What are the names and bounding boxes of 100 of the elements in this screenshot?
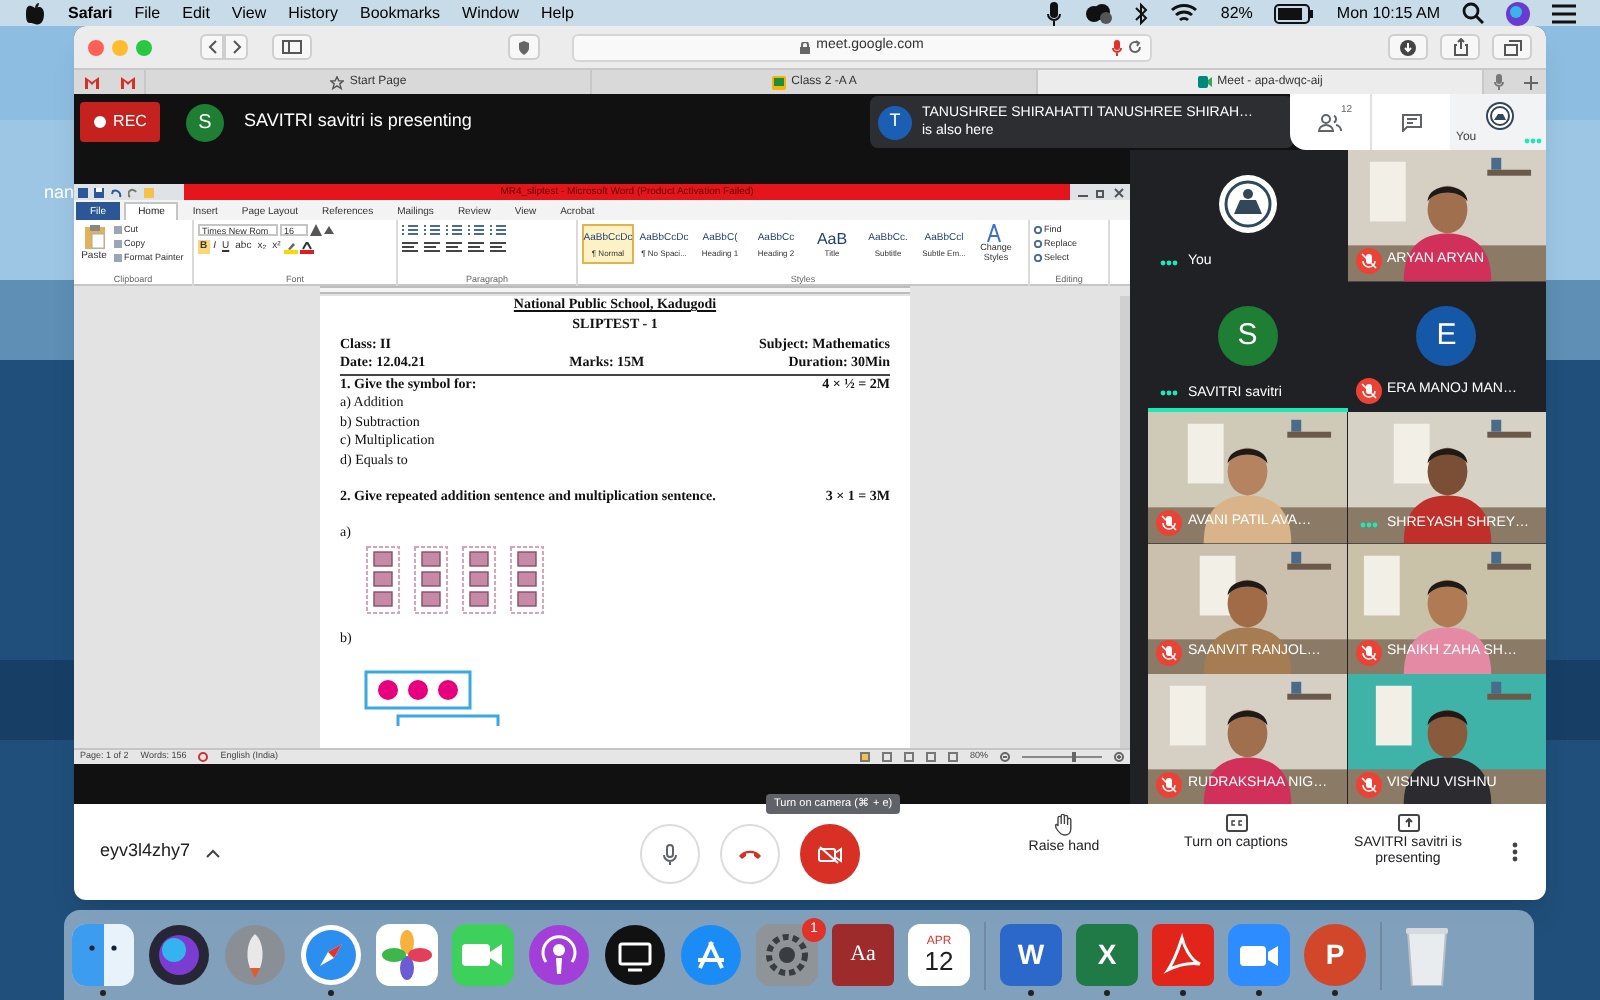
avatar: T	[878, 105, 912, 139]
cloud-icon[interactable]	[1084, 2, 1113, 24]
wifi-icon[interactable]	[1170, 2, 1199, 24]
tabs-icon	[1503, 39, 1521, 55]
recording-badge[interactable]: REC	[80, 102, 160, 142]
sidebar-button[interactable]	[272, 34, 312, 60]
list-format-icon[interactable]	[468, 224, 484, 236]
meeting-details-button[interactable]: eyv3l4zhy7	[100, 838, 221, 866]
align-icon[interactable]	[402, 242, 418, 254]
video-camera-icon[interactable]	[1228, 924, 1290, 986]
redo-icon[interactable]	[128, 187, 138, 197]
zoom-out-icon[interactable]	[1000, 752, 1010, 762]
menu-item[interactable]: Edit	[182, 0, 210, 26]
tabs-overview-button[interactable]	[1492, 34, 1532, 60]
scrollbar[interactable]	[1120, 296, 1130, 748]
square-icon	[114, 254, 122, 262]
record-dot-icon	[93, 116, 106, 128]
align-icon[interactable]	[424, 242, 440, 254]
video-camera-icon[interactable]	[452, 924, 514, 986]
text-highlight-icon[interactable]	[284, 241, 299, 253]
spreadsheet-letter-icon[interactable]: X	[1076, 924, 1138, 986]
apple-icon[interactable]	[24, 1, 46, 25]
share-button[interactable]	[1440, 34, 1480, 60]
mail-icon	[84, 73, 100, 91]
shrink-font-icon[interactable]	[324, 224, 334, 234]
emblem-icon	[1486, 102, 1514, 130]
font-color-icon[interactable]	[300, 241, 315, 253]
close-icon[interactable]	[1114, 187, 1124, 197]
slides-letter-icon[interactable]: P	[1304, 924, 1366, 986]
undo-icon[interactable]	[110, 187, 122, 197]
hand-icon	[1054, 814, 1074, 836]
book-icon[interactable]: Aa	[832, 924, 894, 986]
menu-item[interactable]: View	[231, 0, 267, 26]
document-letter-icon[interactable]: W	[1000, 924, 1062, 986]
bluetooth-icon[interactable]	[1134, 1, 1149, 25]
menubar-clock[interactable]: Mon 10:15 AM	[1336, 0, 1440, 26]
list-format-icon[interactable]	[446, 224, 462, 236]
menu-item[interactable]: Safari	[68, 0, 113, 26]
list-format-icon[interactable]	[402, 224, 418, 236]
search-icon[interactable]	[1462, 2, 1484, 24]
grow-font-icon[interactable]	[310, 224, 322, 236]
microphone-icon	[662, 843, 678, 865]
align-icon[interactable]	[446, 242, 462, 254]
camera-off-icon	[818, 845, 842, 863]
more-icon	[1511, 842, 1517, 862]
shield-icon	[518, 39, 530, 55]
document-swirl-icon[interactable]	[1152, 924, 1214, 986]
menu-item[interactable]: Help	[540, 0, 574, 26]
phone-icon	[738, 848, 762, 860]
align-icon[interactable]	[490, 242, 506, 254]
podcast-icon[interactable]	[528, 924, 590, 986]
more-options-button[interactable]	[1510, 842, 1518, 862]
shield-button[interactable]	[508, 34, 540, 60]
mail-icon	[119, 73, 135, 91]
avatar: E	[1416, 306, 1477, 367]
chat-icon	[1401, 113, 1421, 131]
lock-icon	[800, 41, 811, 53]
menu-item[interactable]: Bookmarks	[360, 0, 441, 26]
plus-icon	[1523, 75, 1537, 89]
captions-icon	[1225, 814, 1247, 832]
star-icon	[329, 75, 344, 89]
finder-face-icon[interactable]	[72, 924, 134, 986]
present-screen-icon	[1397, 814, 1419, 832]
align-icon[interactable]	[468, 242, 484, 254]
caret-icon	[206, 847, 221, 857]
tv-icon[interactable]	[604, 924, 666, 986]
avatar: S	[1217, 306, 1278, 367]
list-format-icon[interactable]	[490, 224, 506, 236]
menu-item[interactable]: File	[134, 0, 161, 26]
forward-button[interactable]	[224, 34, 248, 60]
list-icon[interactable]	[1552, 3, 1576, 23]
microphone-icon[interactable]	[1046, 1, 1063, 25]
zoom-in-icon[interactable]	[1114, 752, 1124, 762]
reload-icon[interactable]	[1128, 40, 1142, 54]
rocket-icon[interactable]	[224, 924, 286, 986]
restore-icon[interactable]	[1096, 187, 1106, 197]
menu-item[interactable]: Window	[462, 0, 519, 26]
battery-icon[interactable]	[1274, 3, 1315, 23]
chevron-right-icon	[231, 40, 241, 54]
downloads-button[interactable]	[1388, 34, 1428, 60]
save-icon[interactable]	[94, 187, 104, 197]
square-group-drawing	[510, 546, 544, 614]
circle-group-drawing	[364, 669, 472, 709]
camera-button[interactable]	[800, 824, 860, 884]
flower-icon[interactable]	[376, 924, 438, 986]
battery-percent: 82%	[1220, 2, 1253, 26]
avatar: S	[186, 103, 224, 141]
siri-icon[interactable]	[1506, 1, 1530, 25]
square-icon	[114, 226, 122, 234]
list-format-icon[interactable]	[424, 224, 440, 236]
microphone-button[interactable]	[640, 824, 700, 884]
compass-icon[interactable]	[300, 924, 362, 986]
zoom-slider-thumb[interactable]	[1071, 752, 1076, 762]
close-icon[interactable]	[88, 39, 104, 55]
gear-icon[interactable]	[756, 924, 818, 986]
orb-icon[interactable]	[148, 924, 210, 986]
proofing-icon[interactable]	[198, 752, 209, 762]
app-store-icon[interactable]	[680, 924, 742, 986]
menu-item[interactable]: History	[288, 0, 339, 26]
back-button[interactable]	[200, 34, 224, 60]
